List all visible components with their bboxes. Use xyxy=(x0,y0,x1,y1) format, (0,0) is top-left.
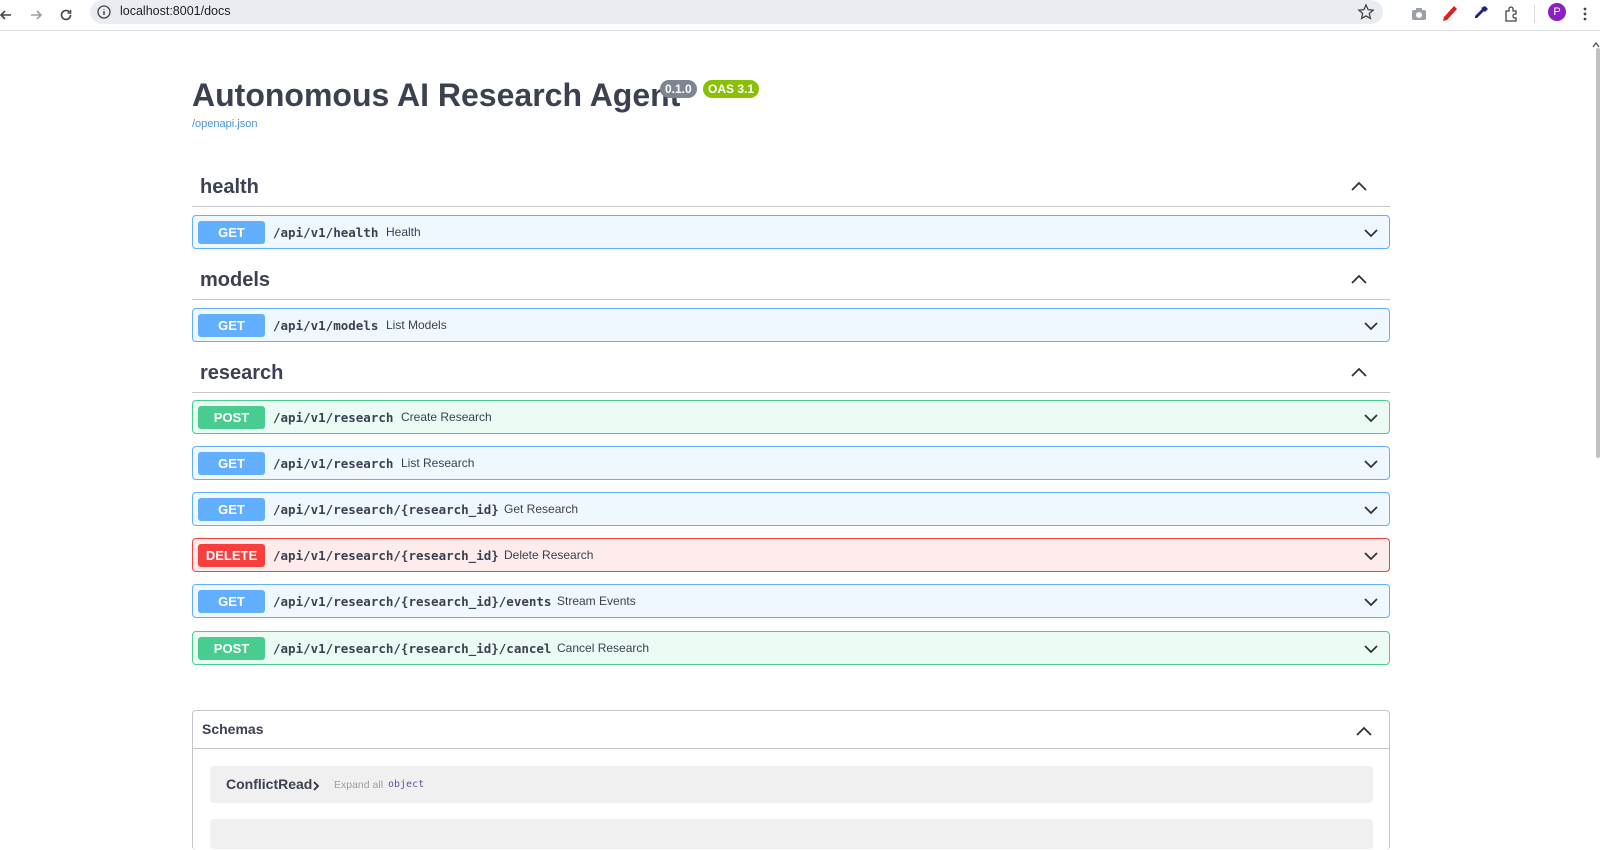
profile-avatar[interactable]: P xyxy=(1548,3,1566,21)
tag-title: health xyxy=(200,176,259,198)
kebab-menu-icon[interactable] xyxy=(1574,3,1596,25)
schema-name[interactable]: ConflictRead xyxy=(226,776,312,792)
site-info-icon[interactable] xyxy=(96,4,112,20)
method-badge: GET xyxy=(198,452,265,475)
reload-icon[interactable] xyxy=(54,3,78,27)
chevron-down-icon[interactable] xyxy=(1363,549,1379,561)
operation-summary: Get Research xyxy=(504,502,579,516)
operation-summary: List Research xyxy=(401,456,475,470)
operation-summary: Stream Events xyxy=(557,594,636,608)
expand-all-link[interactable]: Expand all xyxy=(334,779,383,791)
operation-path: /api/v1/models xyxy=(273,318,379,333)
operation-delete-research[interactable]: DELETE /api/v1/research/{research_id} De… xyxy=(192,538,1390,572)
operation-get-models[interactable]: GET /api/v1/models List Models xyxy=(192,308,1390,342)
operation-path: /api/v1/research xyxy=(273,410,394,425)
method-badge: POST xyxy=(198,406,265,429)
tag-title: research xyxy=(200,362,284,384)
operation-summary: Cancel Research xyxy=(557,641,650,655)
url-text[interactable]: localhost:8001/docs xyxy=(120,4,231,18)
extensions-puzzle-icon[interactable] xyxy=(1501,3,1523,25)
version-badge: 0.1.0 xyxy=(660,80,697,98)
toolbar-separator xyxy=(1534,5,1535,23)
operation-path: /api/v1/research/{research_id} xyxy=(273,548,499,563)
tag-health[interactable]: health xyxy=(192,167,1390,207)
operation-get-research-events[interactable]: GET /api/v1/research/{research_id}/event… xyxy=(192,584,1390,618)
back-icon[interactable] xyxy=(0,3,18,27)
operation-summary: Create Research xyxy=(401,410,492,424)
method-badge: POST xyxy=(198,637,265,660)
schema-model[interactable]: ConflictRead Expand all object xyxy=(210,766,1373,803)
operation-get-health[interactable]: GET /api/v1/health Health xyxy=(192,215,1390,249)
method-badge: GET xyxy=(198,498,265,521)
method-badge: GET xyxy=(198,314,265,337)
operation-path: /api/v1/research/{research_id} xyxy=(273,502,499,517)
schemas-section: Schemas ConflictRead Expand all object xyxy=(192,710,1390,850)
operation-path: /api/v1/health xyxy=(273,225,379,240)
chevron-down-icon[interactable] xyxy=(1363,595,1379,607)
method-badge: GET xyxy=(198,590,265,613)
operation-path: /api/v1/research xyxy=(273,456,394,471)
operation-get-research-list[interactable]: GET /api/v1/research List Research xyxy=(192,446,1390,480)
tag-research[interactable]: research xyxy=(192,353,1390,393)
operation-summary: List Models xyxy=(386,318,447,332)
schema-model[interactable] xyxy=(210,819,1373,849)
chevron-up-icon[interactable] xyxy=(1350,365,1368,377)
operation-post-research[interactable]: POST /api/v1/research Create Research xyxy=(192,400,1390,434)
chevron-down-icon[interactable] xyxy=(1363,226,1379,238)
chevron-down-icon[interactable] xyxy=(1363,457,1379,469)
operation-summary: Delete Research xyxy=(504,548,594,562)
chevron-down-icon[interactable] xyxy=(1363,319,1379,331)
chevron-down-icon[interactable] xyxy=(1363,411,1379,423)
chevron-up-icon[interactable] xyxy=(1350,272,1368,284)
tag-title: models xyxy=(200,269,271,291)
chevron-right-icon[interactable] xyxy=(312,779,320,791)
schemas-header[interactable]: Schemas xyxy=(193,711,1389,749)
tag-models[interactable]: models xyxy=(192,260,1390,300)
operation-get-research-by-id[interactable]: GET /api/v1/research/{research_id} Get R… xyxy=(192,492,1390,526)
browser-toolbar: localhost:8001/docs P xyxy=(0,0,1600,31)
operation-summary: Health xyxy=(386,225,421,239)
oas-badge: OAS 3.1 xyxy=(703,80,760,98)
chevron-down-icon[interactable] xyxy=(1363,503,1379,515)
operation-path: /api/v1/research/{research_id}/events xyxy=(273,594,552,609)
bookmark-star-icon[interactable] xyxy=(1357,3,1375,21)
openapi-json-link[interactable]: /openapi.json xyxy=(192,118,257,130)
eyedropper-extension-icon[interactable] xyxy=(1470,3,1492,25)
chevron-up-icon[interactable] xyxy=(1350,179,1368,191)
chevron-down-icon[interactable] xyxy=(1363,642,1379,654)
camera-icon[interactable] xyxy=(1408,3,1430,25)
pen-extension-icon[interactable] xyxy=(1439,3,1461,25)
chevron-up-icon[interactable] xyxy=(1355,724,1373,736)
method-badge: DELETE xyxy=(198,544,265,567)
schemas-title: Schemas xyxy=(202,721,264,737)
scroll-up-icon[interactable] xyxy=(1592,36,1600,48)
forward-icon[interactable] xyxy=(24,3,48,27)
schema-type: object xyxy=(388,779,425,790)
address-bar[interactable]: localhost:8001/docs xyxy=(90,0,1383,24)
operation-post-research-cancel[interactable]: POST /api/v1/research/{research_id}/canc… xyxy=(192,631,1390,665)
operation-path: /api/v1/research/{research_id}/cancel xyxy=(273,641,552,656)
scrollbar-thumb[interactable] xyxy=(1596,48,1600,458)
method-badge: GET xyxy=(198,221,265,244)
page-title: Autonomous AI Research Agent xyxy=(192,77,681,113)
